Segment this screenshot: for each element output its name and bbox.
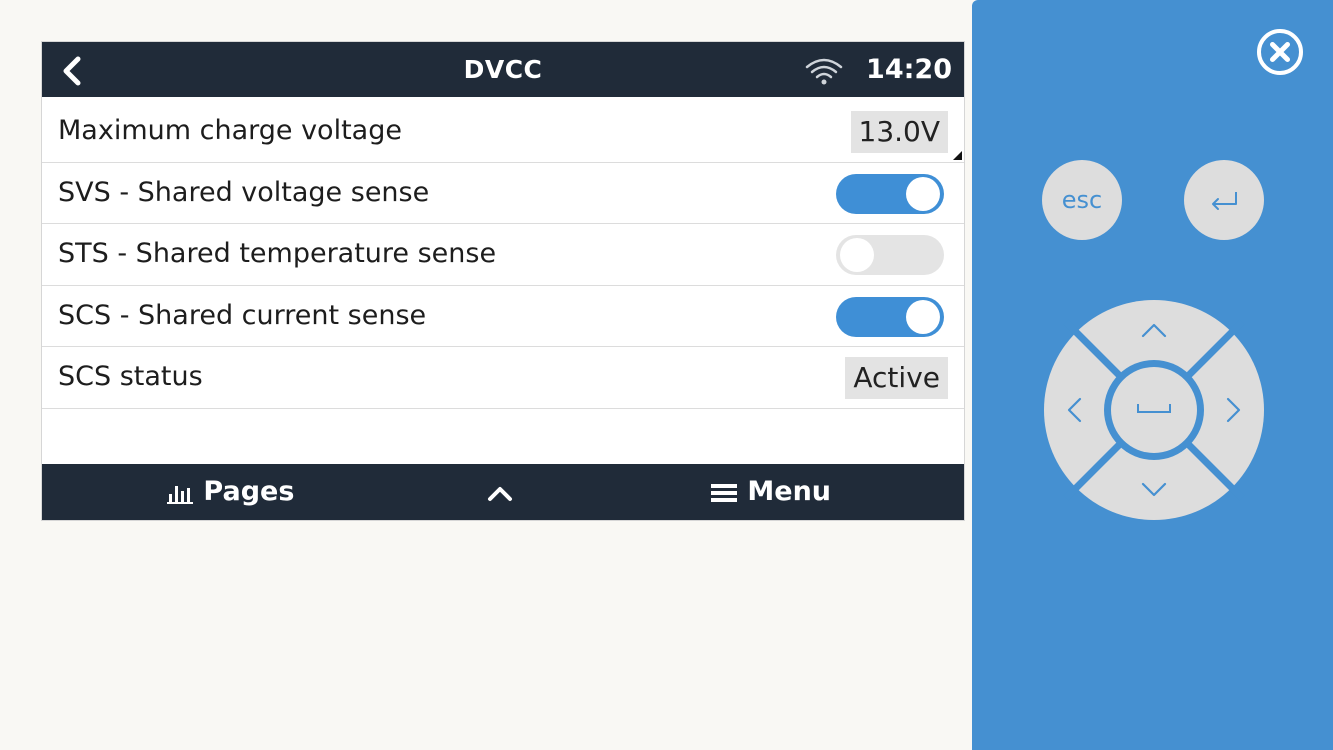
- chevron-up-icon: [488, 486, 512, 501]
- pages-label: Pages: [203, 476, 295, 507]
- enter-button[interactable]: [1184, 160, 1264, 240]
- wifi-icon: [805, 58, 843, 85]
- esc-button[interactable]: esc: [1042, 160, 1122, 240]
- close-button[interactable]: [1256, 28, 1304, 76]
- svs-toggle[interactable]: [836, 173, 944, 214]
- max-charge-voltage-value[interactable]: 13.0V: [850, 111, 948, 153]
- top-bar: DVCC 14:20: [42, 42, 964, 97]
- setting-label: SCS status: [58, 361, 203, 392]
- dpad-center-button[interactable]: [1111, 367, 1197, 453]
- setting-row-scs-status[interactable]: SCS status Active: [42, 347, 964, 409]
- scroll-up-button[interactable]: [486, 464, 526, 520]
- device-screen: DVCC 14:20 Maximum charge voltage 13.0V …: [41, 41, 965, 521]
- toggle-knob: [906, 299, 940, 334]
- setting-row-max-charge-voltage[interactable]: Maximum charge voltage 13.0V: [42, 101, 964, 163]
- enter-icon: [1212, 192, 1237, 210]
- settings-list: Maximum charge voltage 13.0V SVS - Share…: [42, 101, 964, 409]
- sts-toggle[interactable]: [836, 235, 944, 275]
- setting-row-sts[interactable]: STS - Shared temperature sense: [42, 224, 964, 286]
- control-panel: esc: [972, 0, 1333, 750]
- menu-button[interactable]: Menu: [710, 464, 831, 520]
- toggle-knob: [906, 176, 940, 211]
- close-icon: [1257, 29, 1303, 75]
- scs-toggle[interactable]: [836, 296, 944, 337]
- menu-label: Menu: [747, 476, 832, 507]
- hamburger-menu-icon: [711, 483, 737, 502]
- setting-row-svs[interactable]: SVS - Shared voltage sense: [42, 163, 964, 224]
- clock: 14:20: [866, 54, 952, 85]
- setting-label: SCS - Shared current sense: [58, 299, 427, 331]
- bottom-bar: Pages Menu: [42, 464, 964, 520]
- chart-icon: [167, 485, 193, 504]
- setting-label: SVS - Shared voltage sense: [58, 176, 430, 208]
- pages-button[interactable]: Pages: [166, 464, 294, 520]
- toggle-knob: [840, 238, 874, 272]
- scs-status-value: Active: [845, 357, 948, 399]
- edit-indicator-icon: [953, 150, 962, 160]
- setting-row-scs[interactable]: SCS - Shared current sense: [42, 286, 964, 347]
- dpad: [1044, 300, 1264, 520]
- setting-label: STS - Shared temperature sense: [58, 238, 497, 269]
- setting-label: Maximum charge voltage: [58, 115, 402, 146]
